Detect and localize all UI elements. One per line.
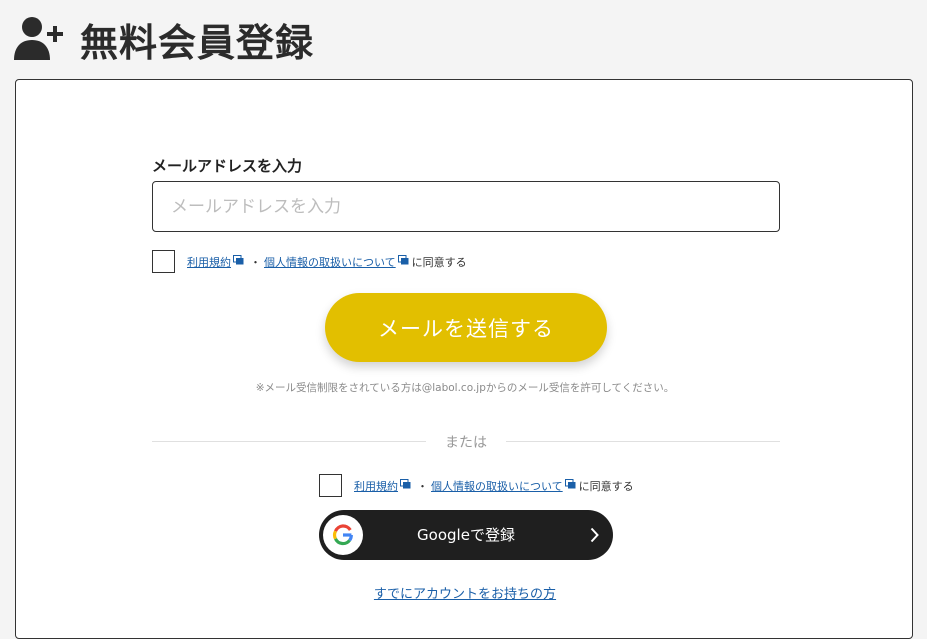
user-plus-icon xyxy=(14,16,66,62)
existing-account-link[interactable]: すでにアカウントをお持ちの方 xyxy=(16,583,914,602)
google-agree-checkbox[interactable] xyxy=(319,474,342,497)
email-note: ※メール受信制限をされている方は@labol.co.jpからのメール受信を許可し… xyxy=(255,382,675,394)
email-agree-row: 利用規約 ・ 個人情報の取扱いについて に同意する xyxy=(152,250,467,273)
agree-suffix: に同意する xyxy=(578,479,634,493)
terms-link[interactable]: 利用規約 xyxy=(187,254,231,270)
email-agree-checkbox[interactable] xyxy=(152,250,175,273)
existing-account-label[interactable]: すでにアカウントをお持ちの方 xyxy=(374,587,556,602)
send-email-button[interactable]: メールを送信する xyxy=(325,293,607,362)
agree-suffix: に同意する xyxy=(411,255,467,269)
google-signup-button[interactable]: Googleで登録 xyxy=(319,510,613,560)
separator: ・ xyxy=(417,479,428,493)
external-link-icon xyxy=(233,255,244,268)
divider-line-right xyxy=(506,441,780,442)
privacy-link[interactable]: 個人情報の取扱いについて xyxy=(431,478,563,494)
google-signup-label: Googleで登録 xyxy=(417,526,515,544)
registration-card: メールアドレスを入力 利用規約 ・ 個人情報の取扱いについて に同意する メール… xyxy=(15,79,913,639)
separator: ・ xyxy=(250,255,261,269)
page-header: 無料会員登録 xyxy=(14,14,315,65)
terms-link[interactable]: 利用規約 xyxy=(354,478,398,494)
divider-label: または xyxy=(445,435,487,451)
external-link-icon xyxy=(564,479,576,492)
external-link-icon xyxy=(397,255,409,268)
chevron-right-icon xyxy=(590,527,599,547)
divider-line-left xyxy=(152,441,426,442)
external-link-icon xyxy=(400,479,411,492)
page-title: 無料会員登録 xyxy=(80,20,315,65)
email-label: メールアドレスを入力 xyxy=(152,157,303,175)
privacy-link[interactable]: 個人情報の取扱いについて xyxy=(264,254,396,270)
email-input[interactable] xyxy=(152,181,780,232)
google-agree-row: 利用規約 ・ 個人情報の取扱いについて に同意する xyxy=(319,474,634,497)
